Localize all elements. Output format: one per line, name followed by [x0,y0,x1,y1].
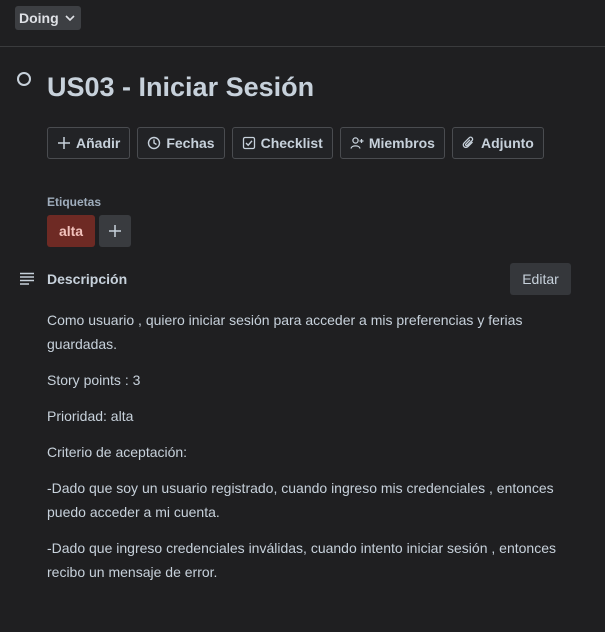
card-actions: Añadir Fechas Checklist Miembros Adjunto [47,127,544,159]
description-paragraph: Story points : 3 [47,372,141,388]
add-button[interactable]: Añadir [47,127,131,159]
members-button-label: Miembros [368,135,435,151]
description-body[interactable]: Como usuario , quiero iniciar sesión par… [47,308,587,596]
clock-icon [148,136,161,150]
attachment-button[interactable]: Adjunto [451,127,544,159]
description-icon [20,272,34,285]
chevron-down-icon [65,15,75,22]
dates-button[interactable]: Fechas [137,127,225,159]
card-title[interactable]: US03 - Iniciar Sesión [47,72,314,103]
checklist-icon [242,136,255,150]
description-paragraph: Como usuario , quiero iniciar sesión par… [47,312,523,352]
attachment-button-label: Adjunto [480,135,534,151]
status-dropdown[interactable]: Doing [15,6,81,30]
edit-description-button[interactable]: Editar [510,263,571,295]
checklist-button[interactable]: Checklist [231,127,333,159]
labels-row: alta [47,215,131,247]
dates-button-label: Fechas [166,135,215,151]
label-chip-alta[interactable]: alta [47,215,95,247]
add-member-icon [350,137,364,149]
title-row [17,72,31,86]
plus-icon [109,225,121,237]
description-paragraph: Criterio de aceptación: [47,444,188,460]
status-label: Doing [19,10,59,26]
description-paragraph: Prioridad: alta [47,408,134,424]
complete-toggle-icon[interactable] [17,72,31,86]
top-bar: Doing [0,0,605,47]
labels-heading: Etiquetas [47,195,102,209]
plus-icon [58,137,70,149]
description-paragraph: -Dado que ingreso credenciales inválidas… [47,540,556,580]
description-heading: Descripción [47,271,128,287]
members-button[interactable]: Miembros [339,127,445,159]
add-button-label: Añadir [76,135,121,151]
paperclip-icon [462,136,474,149]
checklist-button-label: Checklist [260,135,323,151]
description-paragraph: -Dado que soy un usuario registrado, cua… [47,480,554,520]
add-label-button[interactable] [99,215,131,247]
